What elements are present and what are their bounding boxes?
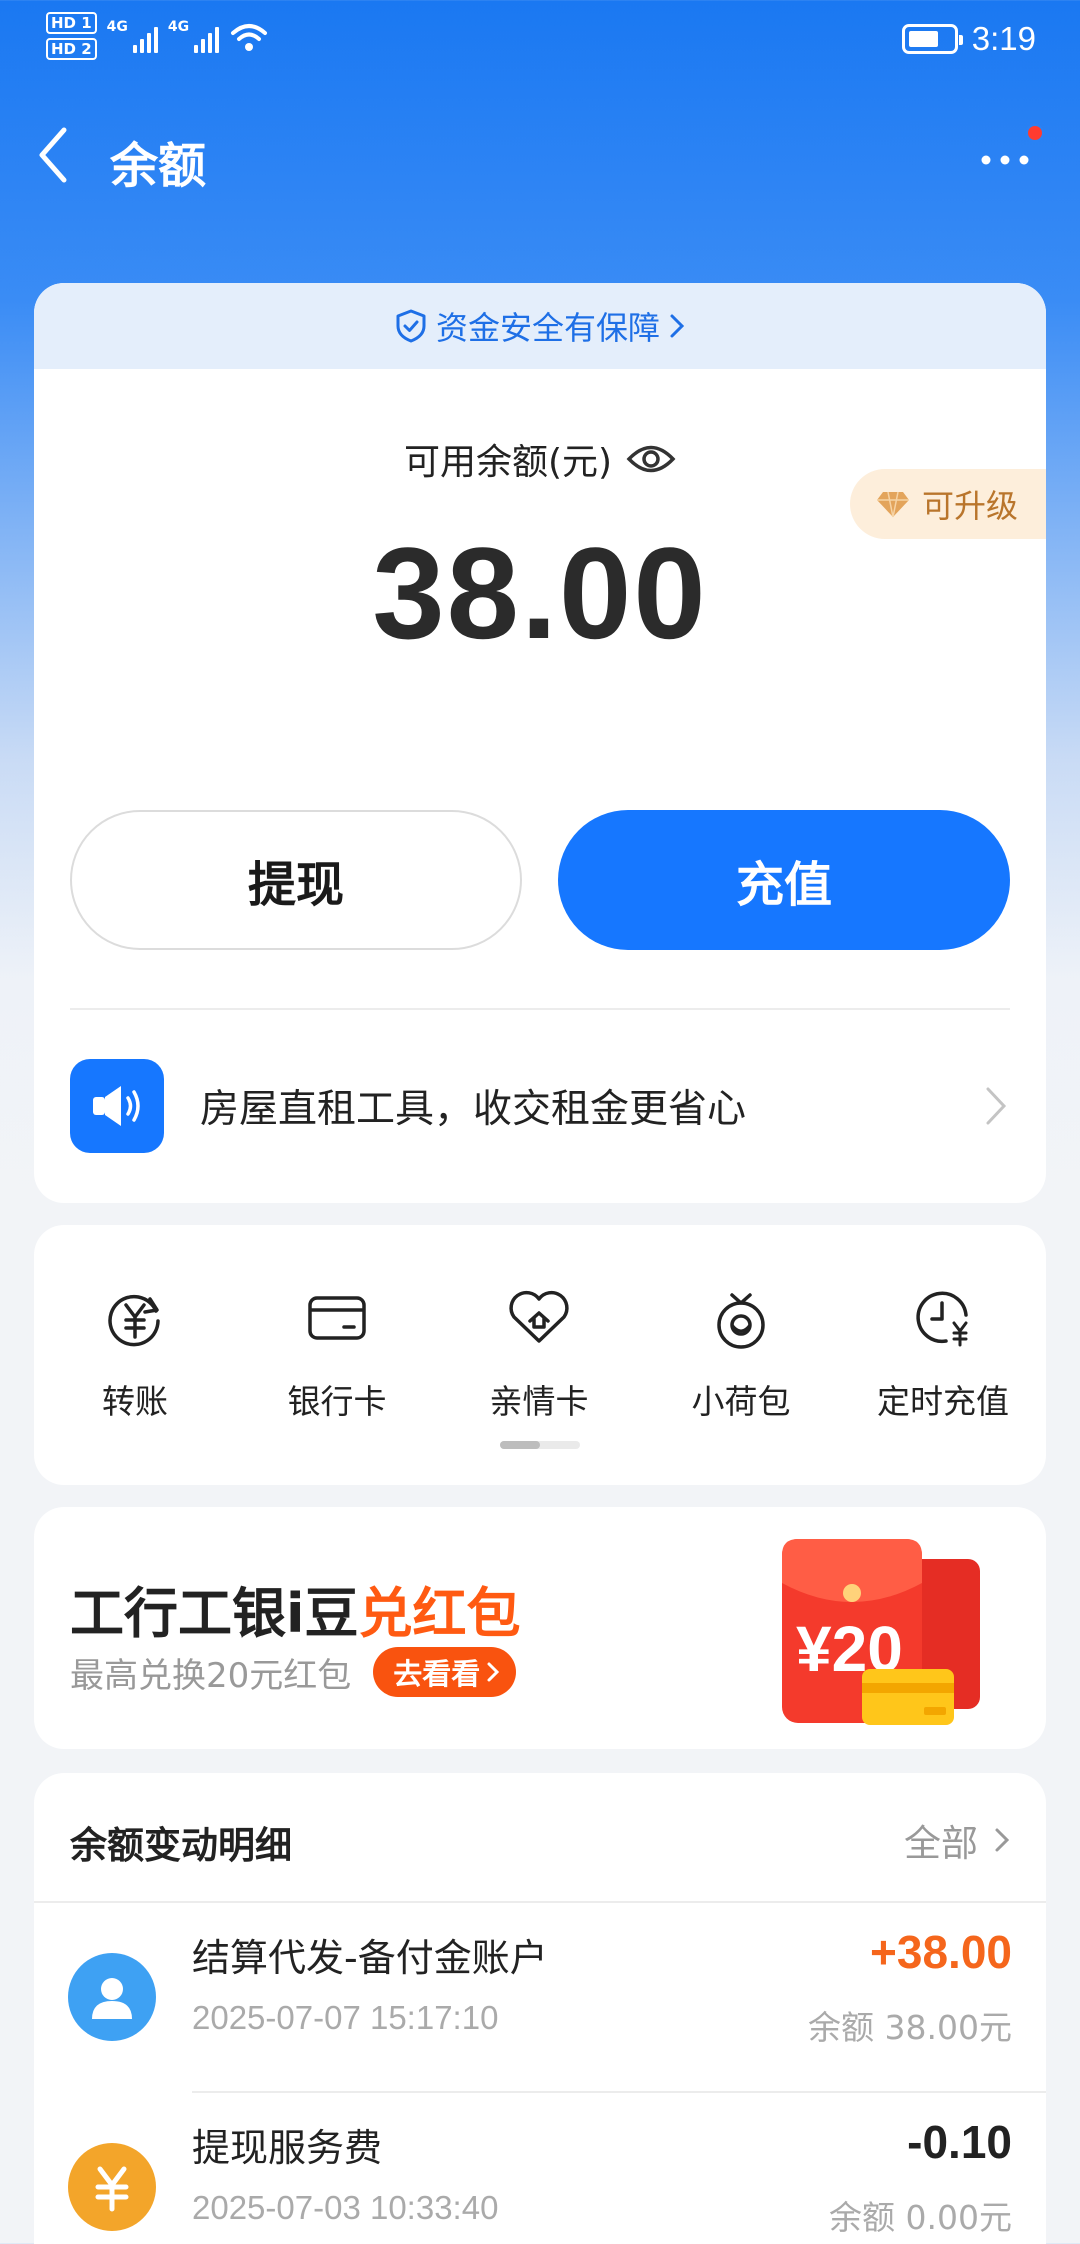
chevron-left-icon: [39, 127, 67, 183]
transaction-time: 2025-07-03 10:33:40: [192, 2189, 499, 2226]
balance-card: 资金安全有保障 可用余额(元) 可升级 38.00 提现 充值 房屋直租工具，收…: [34, 283, 1046, 1203]
transaction-row[interactable]: 提现服务费 2025-07-03 10:33:40 -0.10 余额 0.00元: [34, 2093, 1046, 2244]
transfer-icon: [108, 1294, 160, 1347]
safety-banner[interactable]: 资金安全有保障: [34, 283, 1046, 369]
network-type-2: 4G: [167, 19, 190, 35]
bean-title: 工行工银i豆兑红包: [70, 1569, 521, 1648]
pouch-icon: [717, 1293, 765, 1349]
page-title: 余额: [110, 138, 207, 194]
bean-promo-card[interactable]: 工行工银i豆兑红包 最高兑换20元红包 去看看 ¥20: [34, 1507, 1046, 1749]
transaction-amount: +38.00: [870, 1926, 1012, 1978]
service-family-card[interactable]: 亲情卡: [438, 1285, 640, 1423]
status-right: 3:19: [901, 20, 1036, 58]
status-bar: HD 1 HD 2 4G 4G 3:19: [0, 0, 1080, 80]
balance-label: 可用余额(元): [403, 442, 613, 483]
view-all-label: 全部: [904, 1822, 978, 1865]
speaker-icon: [70, 1059, 164, 1153]
service-pouch[interactable]: 小荷包: [640, 1285, 842, 1423]
eye-icon[interactable]: [626, 442, 676, 476]
sim-badges: HD 1 HD 2: [46, 12, 97, 60]
back-button[interactable]: [32, 120, 92, 200]
transaction-amount: -0.10: [907, 2116, 1012, 2168]
balance-details-card: 余额变动明细 全部 结算代发-备付金账户 2025-07-07 15:17:10…: [34, 1773, 1046, 2244]
clock: 3:19: [971, 20, 1036, 57]
chevron-right-icon: [487, 1662, 500, 1682]
scroll-indicator: [500, 1441, 580, 1449]
signal-icon-2: 4G: [167, 19, 220, 53]
chevron-right-icon: [986, 1087, 1007, 1125]
transaction-time: 2025-07-07 15:17:10: [192, 1999, 499, 2036]
bank-card-icon: [308, 1296, 366, 1340]
safety-text: 资金安全有保障: [435, 309, 660, 347]
hd1-badge: HD 1: [46, 12, 97, 34]
shield-icon: [396, 309, 426, 343]
red-envelope-icon: ¥20: [782, 1539, 980, 1725]
scheduled-recharge-icon: [916, 1291, 968, 1347]
bean-title-highlight: 兑红包: [358, 1582, 521, 1645]
diamond-icon: [877, 491, 909, 518]
service-transfer[interactable]: 转账: [34, 1285, 236, 1423]
view-button[interactable]: 去看看: [373, 1647, 517, 1697]
service-label: 转账: [102, 1382, 168, 1421]
bean-subtitle-row: 最高兑换20元红包 去看看: [70, 1647, 517, 1697]
services-card: 转账 银行卡 亲情卡 小荷包 定时充值: [34, 1225, 1046, 1485]
signal-icon: 4G: [107, 19, 158, 53]
transaction-balance: 余额 0.00元: [829, 2198, 1012, 2237]
service-scheduled-recharge[interactable]: 定时充值: [842, 1285, 1044, 1423]
user-avatar-icon: [68, 1953, 156, 2041]
divider: [70, 1008, 1010, 1010]
network-type-1: 4G: [106, 19, 128, 35]
hd2-badge: HD 2: [46, 38, 97, 60]
notification-dot: [1026, 124, 1044, 142]
chevron-right-icon: [995, 1828, 1010, 1852]
details-title: 余额变动明细: [70, 1824, 292, 1867]
view-button-label: 去看看: [393, 1657, 481, 1691]
battery-icon: [901, 24, 963, 54]
service-label: 银行卡: [287, 1382, 387, 1421]
view-all-link[interactable]: 全部: [904, 1813, 1010, 1867]
wifi-icon: [231, 24, 268, 51]
transaction-name: 结算代发-备付金账户: [192, 1936, 548, 1980]
transaction-row[interactable]: 结算代发-备付金账户 2025-07-07 15:17:10 +38.00 余额…: [34, 1903, 1046, 2093]
transaction-balance: 余额 38.00元: [808, 2008, 1012, 2047]
yuan-icon: [68, 2143, 156, 2231]
service-bank-card[interactable]: 银行卡: [236, 1285, 438, 1423]
bean-subtitle: 最高兑换20元红包: [70, 1655, 352, 1696]
promo-row[interactable]: 房屋直租工具，收交租金更省心: [70, 1058, 1010, 1154]
transaction-name: 提现服务费: [192, 2126, 383, 2170]
withdraw-button[interactable]: 提现: [70, 810, 522, 950]
recharge-button[interactable]: 充值: [558, 810, 1010, 950]
bean-title-prefix: 工行工银i豆: [70, 1582, 359, 1645]
service-label: 定时充值: [877, 1382, 1009, 1421]
service-label: 亲情卡: [489, 1382, 589, 1421]
service-label: 小荷包: [691, 1382, 791, 1421]
chevron-right-icon: [670, 314, 685, 338]
status-left: HD 1 HD 2 4G 4G: [46, 12, 269, 60]
balance-amount: 38.00: [372, 520, 708, 666]
family-card-icon: [509, 1290, 569, 1343]
promo-text: 房屋直租工具，收交租金更省心: [200, 1087, 747, 1132]
